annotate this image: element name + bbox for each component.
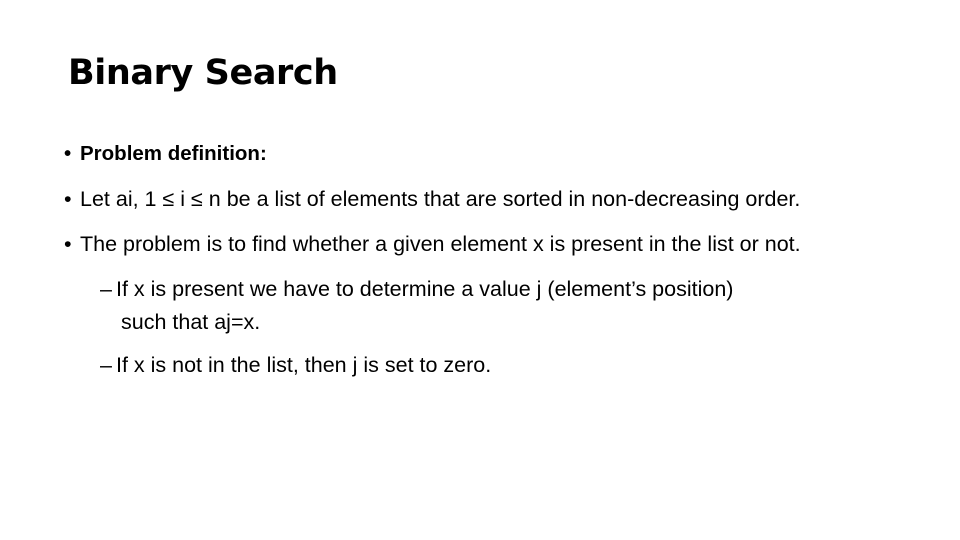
bullet-glyph-icon: • xyxy=(64,232,72,256)
dash-glyph-icon: – xyxy=(100,277,112,301)
slide-canvas: Binary Search • Problem definition: • Let … xyxy=(0,0,960,540)
bullet-problem-definition: • Problem definition: xyxy=(64,140,896,168)
bullet-glyph-icon: • xyxy=(64,142,72,165)
bullet-let-definition: • Let ai, 1 ≤ i ≤ n be a list of elements… xyxy=(64,184,896,214)
sub-bullet-element-absent-text: If x is not in the list, then j is set t… xyxy=(116,353,492,377)
bullet-problem-statement: • The problem is to find whether a given … xyxy=(64,229,896,259)
sub-bullet-element-present: – If x is present we have to determine a … xyxy=(64,274,896,304)
bullet-problem-definition-text: Problem definition: xyxy=(80,142,267,165)
sub-bullet-element-present-continuation: such that aj=x. xyxy=(121,310,261,334)
page-title: Binary Search xyxy=(68,53,338,93)
dash-glyph-icon: – xyxy=(100,353,112,377)
bullet-glyph-icon: • xyxy=(64,187,72,211)
bullet-let-definition-text: Let ai, 1 ≤ i ≤ n be a list of elements … xyxy=(80,187,801,211)
bullet-problem-statement-text: The problem is to find whether a given e… xyxy=(80,232,801,256)
slide-body-content: • Problem definition: • Let ai, 1 ≤ i ≤ n … xyxy=(64,140,896,383)
sub-bullet-element-absent: – If x is not in the list, then j is set … xyxy=(64,350,896,380)
sub-bullet-element-present-text: If x is present we have to determine a v… xyxy=(116,277,734,301)
